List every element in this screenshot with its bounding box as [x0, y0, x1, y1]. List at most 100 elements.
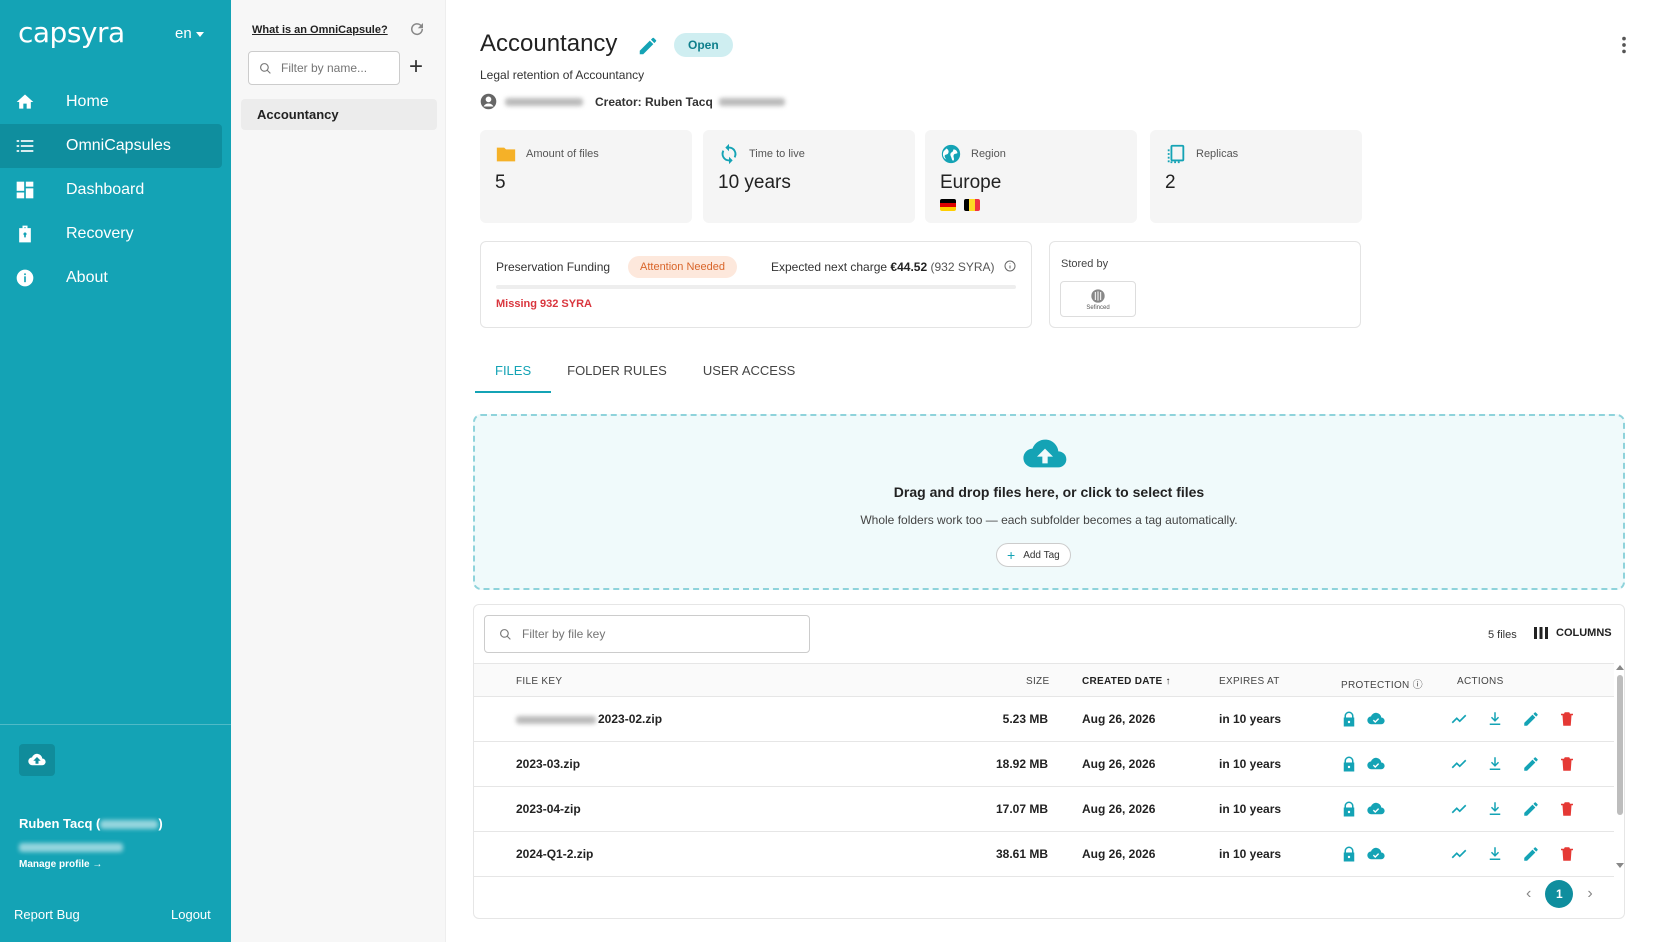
refresh-button[interactable] [408, 20, 426, 38]
stat-label: Amount of files [526, 148, 599, 160]
nav-item-home[interactable]: Home [0, 80, 231, 124]
file-filter-input[interactable] [522, 627, 782, 641]
lock-icon [1340, 755, 1358, 778]
add-capsule-button[interactable]: + [409, 55, 423, 79]
protection-cell [1340, 710, 1385, 733]
header-file-key[interactable]: FILE KEY [516, 676, 562, 687]
expires-at-cell: in 10 years [1219, 847, 1282, 861]
file-count: 5 files [1488, 629, 1517, 641]
protection-cell [1340, 755, 1385, 778]
storage-provider-logo[interactable]: Sefinced [1060, 281, 1136, 317]
capsule-filter-input[interactable] [281, 61, 391, 75]
pencil-icon [639, 37, 657, 55]
user-name-end: ) [158, 816, 163, 831]
add-tag-button[interactable]: + Add Tag [996, 543, 1071, 567]
analytics-icon[interactable] [1450, 755, 1468, 778]
table-row[interactable]: 2023-04-zip 17.07 MB Aug 26, 2026 in 10 yea… [474, 787, 1614, 832]
germany-flag-icon [940, 199, 956, 211]
delete-icon[interactable] [1558, 710, 1576, 733]
redacted-username [100, 820, 159, 830]
analytics-icon[interactable] [1450, 710, 1468, 733]
language-selector[interactable]: en [175, 25, 204, 42]
file-dropzone[interactable]: Drag and drop files here, or click to se… [473, 414, 1625, 590]
delete-icon[interactable] [1558, 845, 1576, 868]
dropzone-subtitle: Whole folders work too — each subfolder … [860, 513, 1238, 527]
nav-item-about[interactable]: About [0, 256, 231, 300]
cloud-check-icon [1367, 755, 1385, 778]
capsule-filter-field[interactable] [248, 51, 400, 85]
download-icon[interactable] [1486, 755, 1504, 778]
chevron-right-icon[interactable]: › [1587, 885, 1592, 903]
capsule-list-item[interactable]: Accountancy [241, 99, 437, 130]
table-scrollbar[interactable] [1614, 663, 1626, 873]
created-date-cell: Aug 26, 2026 [1082, 847, 1156, 861]
capsule-list-panel: What is an OmniCapsule? + Accountancy [231, 0, 446, 942]
tab-files[interactable]: FILES [475, 352, 552, 393]
delete-icon[interactable] [1558, 755, 1576, 778]
delete-icon[interactable] [1558, 800, 1576, 823]
main-nav: Home OmniCapsules Dashboard Recovery Abo… [0, 80, 231, 300]
expires-at-cell: in 10 years [1219, 712, 1282, 726]
more-options-button[interactable] [1613, 34, 1635, 61]
header-expires-at[interactable]: EXPIRES AT [1219, 676, 1280, 687]
tab-user-access[interactable]: USER ACCESS [687, 352, 815, 393]
scroll-down-arrow[interactable] [1616, 863, 1624, 868]
logout-link[interactable]: Logout [171, 907, 211, 922]
refresh-icon [718, 143, 740, 170]
chevron-left-icon[interactable]: ‹ [1526, 885, 1531, 903]
download-icon[interactable] [1486, 800, 1504, 823]
folder-icon [495, 143, 517, 170]
edit-title-button[interactable] [637, 35, 659, 62]
page-title: Accountancy [480, 30, 618, 57]
cloud-upload-icon [28, 753, 46, 766]
funding-progress-bar [496, 285, 1016, 289]
edit-icon[interactable] [1522, 710, 1540, 733]
page-button[interactable]: 1 [1545, 880, 1574, 908]
upload-button[interactable] [19, 744, 55, 776]
missing-funds-text: Missing 932 SYRA [496, 298, 592, 310]
user-avatar-icon [480, 93, 497, 110]
list-icon [16, 140, 34, 152]
actions-cell [1450, 710, 1576, 733]
table-row[interactable]: 2024-Q1-2.zip 38.61 MB Aug 26, 2026 in 10 y… [474, 832, 1614, 877]
download-icon[interactable] [1486, 710, 1504, 733]
report-bug-link[interactable]: Report Bug [14, 907, 80, 922]
analytics-icon[interactable] [1450, 845, 1468, 868]
edit-icon[interactable] [1522, 800, 1540, 823]
header-created-date[interactable]: CREATED DATE ↑ [1082, 676, 1171, 687]
refresh-icon [411, 23, 424, 36]
columns-button[interactable]: COLUMNS [1534, 627, 1612, 639]
info-icon[interactable]: ⓘ [1413, 680, 1423, 691]
what-is-omnicapsule-link[interactable]: What is an OmniCapsule? [252, 24, 388, 36]
header-size[interactable]: SIZE [1026, 676, 1049, 687]
app-logo[interactable]: capsyra [18, 16, 125, 49]
sort-ascending-icon: ↑ [1165, 676, 1171, 687]
download-icon[interactable] [1486, 845, 1504, 868]
table-row[interactable]: 2023-03.zip 18.92 MB Aug 26, 2026 in 10 yea… [474, 742, 1614, 787]
info-icon[interactable] [1004, 260, 1016, 275]
header-protection: PROTECTION ⓘ [1341, 676, 1423, 691]
expected-charge: Expected next charge €44.52 (932 SYRA) [771, 260, 1016, 275]
lock-icon [1340, 845, 1358, 868]
info-icon [16, 269, 34, 287]
nav-item-recovery[interactable]: Recovery [0, 212, 231, 256]
nav-item-omnicapsules[interactable]: OmniCapsules [0, 124, 222, 168]
file-filter-field[interactable] [484, 615, 810, 653]
provider-logo-icon [1091, 288, 1105, 303]
tab-folder-rules[interactable]: FOLDER RULES [551, 352, 687, 393]
file-size-cell: 5.23 MB [1002, 712, 1048, 726]
manage-profile-link[interactable]: Manage profile → [19, 859, 102, 870]
table-row[interactable]: 2023-02.zip 5.23 MB Aug 26, 2026 in 10 year… [474, 697, 1614, 742]
actions-cell [1450, 755, 1576, 778]
edit-icon[interactable] [1522, 845, 1540, 868]
redacted-email [19, 839, 123, 857]
edit-icon[interactable] [1522, 755, 1540, 778]
stat-label: Region [971, 148, 1006, 160]
lock-icon [1340, 800, 1358, 823]
scroll-up-arrow[interactable] [1616, 665, 1624, 670]
language-label: en [175, 25, 192, 42]
scroll-thumb[interactable] [1617, 675, 1623, 815]
header-actions: ACTIONS [1457, 676, 1504, 687]
nav-item-dashboard[interactable]: Dashboard [0, 168, 231, 212]
analytics-icon[interactable] [1450, 800, 1468, 823]
